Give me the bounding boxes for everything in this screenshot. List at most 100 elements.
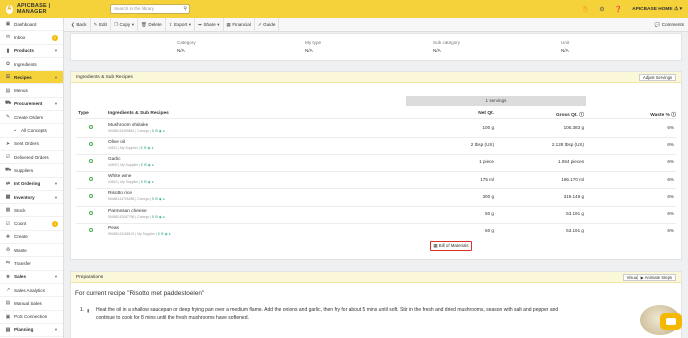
delivered-orders-icon: ☑ (5, 154, 11, 161)
bill-of-materials-button[interactable]: ▦ Bill of Materials (430, 241, 472, 251)
caret-down-icon: ▾ (217, 21, 220, 27)
sidebar-item-label: Products (14, 48, 34, 54)
allergen-tags-icon: $ ♻ ◉ ● (151, 197, 165, 202)
sidebar-item-planning[interactable]: ▤ Planning ▼ (0, 324, 63, 338)
sidebar-item-transfer[interactable]: ⇆ Transfer (0, 257, 63, 271)
row-divider (76, 222, 676, 224)
status-icon (89, 211, 93, 215)
allergen-tags-icon: $ ♻ ◉ ● (139, 180, 154, 185)
sidebar-item-ingredients[interactable]: ✿ Ingredients (0, 58, 63, 72)
sidebar-item-delivered-orders[interactable]: ☑ Delivered Orders (0, 151, 63, 165)
sidebar-item-int-ordering[interactable]: ⇄ Int Ordering ▼ (0, 178, 63, 191)
sidebar-item-inbox[interactable]: ✉ Inbox 2 (0, 31, 63, 45)
waste-percent: 6% (667, 159, 674, 165)
ingredient-meta-text: 44509 | My Supplier | (108, 162, 140, 167)
sidebar-item-label: Procurement (14, 101, 43, 107)
share-icon: ➦ (198, 21, 202, 27)
status-icon (89, 176, 93, 181)
step-drag-icon[interactable]: ▮ (87, 308, 89, 314)
edit-button[interactable]: ✎ Edit (91, 17, 111, 32)
ingredient-name[interactable]: Parmesan cheese (108, 209, 147, 214)
sidebar-item-label: Inventory (14, 194, 35, 200)
sidebar-item-inventory[interactable]: ▦ Inventory ▼ (0, 191, 63, 205)
ingredient-name[interactable]: Mushroom shiitake (108, 123, 148, 128)
sidebar-item-recipes[interactable]: ☰ Recipes ▼ (0, 71, 63, 85)
ingredients-panel-header: Ingredients & Sub Recipes Adjust Serving… (71, 72, 681, 83)
ingredient-meta-text: 44510 | My Supplier | (108, 180, 140, 185)
financial-button[interactable]: ▦ Financial (224, 17, 255, 32)
edit-label: Edit (98, 21, 107, 27)
search-icon[interactable]: ⚲ (183, 5, 187, 13)
sidebar-item-pos-connection[interactable]: ▣ PoS Connection (0, 311, 63, 324)
sidebar-item-sent-orders[interactable]: ➤ Sent Orders (0, 138, 63, 151)
trash-icon: 🗑 (141, 21, 147, 27)
guide-label: Guide (263, 21, 276, 27)
allergen-tags-icon: $ ♻ ◉ ● (139, 162, 154, 167)
search-input[interactable]: Search in the library ⚲ (110, 4, 190, 14)
net-quantity: 1 piece (479, 159, 494, 165)
step-text: Heat the oil in a shallow saucepan or de… (96, 307, 559, 321)
category-label: Category (177, 40, 196, 45)
logo[interactable]: A APICBASE | MANAGER (0, 3, 66, 15)
bom-icon: ▦ (433, 243, 438, 248)
mytype-field: My type N/A (305, 40, 321, 53)
sidebar-item-suppliers[interactable]: ⛟ Suppliers (0, 164, 63, 178)
stock-icon: ▩ (5, 207, 11, 214)
sidebar-item-procurement[interactable]: ⛟ Procurement ▼ (0, 98, 63, 112)
sidebar-item-stock[interactable]: ▩ Stock (0, 204, 63, 218)
ingredient-name[interactable]: White wine (108, 174, 131, 179)
guide-button[interactable]: ➚ Guide (255, 17, 280, 32)
animate-steps-button[interactable]: ▶ Animate Steps (636, 274, 676, 281)
help-icon[interactable]: ❓ (615, 6, 622, 13)
chat-button[interactable] (660, 313, 682, 330)
adjust-servings-button[interactable]: Adjust Servings (638, 74, 676, 81)
delete-button[interactable]: 🗑 Delete (138, 17, 166, 32)
sidebar-item-label: Ingredients (14, 61, 37, 67)
recipe-toolbar: ❮ Back ✎ Edit ❐ Copy ▾ 🗑 Delete ⇧ Export ▾ ➦ Sha… (64, 17, 688, 32)
share-button[interactable]: ➦ Share ▾ (195, 17, 224, 32)
sidebar-item-menus[interactable]: ▤ Menus (0, 84, 63, 98)
sidebar-item-all-concepts[interactable]: ▪ All Concepts (0, 124, 63, 138)
sidebar-item-sales-analytics[interactable]: ↗ Sales Analytics (0, 284, 63, 298)
ingredient-name[interactable]: Garlic (108, 157, 121, 162)
back-button[interactable]: ❮ Back (68, 17, 91, 32)
caret-down-icon: ▾ (188, 21, 192, 27)
ingredient-meta: 55488143168101 | My Supplier | $ ♻ ◉ ● (108, 232, 171, 236)
category-field: Category N/A (177, 40, 196, 53)
col-type-header: Type (78, 111, 89, 116)
gear-icon[interactable]: ⚙ (599, 6, 604, 13)
home-menu[interactable]: APICBASE HOME ⚠ ▾ (632, 7, 682, 12)
allergen-tags-icon: $ ♻ ◉ ● (151, 128, 165, 133)
comments-button[interactable]: 💬 Comments (655, 22, 684, 28)
back-label: Back (76, 21, 87, 27)
allergen-tags-icon: $ ♻ ◉ ● (151, 214, 165, 219)
caret-down-icon: ▾ (131, 21, 135, 27)
count-badge: 1 (52, 220, 58, 227)
sidebar-item-waste[interactable]: ♻ Waste (0, 244, 63, 258)
copy-icon: ❐ (113, 21, 118, 27)
sidebar-item-manual-sales[interactable]: ▤ Manual Sales (0, 297, 63, 311)
ingredient-name[interactable]: Peas (108, 226, 119, 231)
ingredient-name[interactable]: Olive oil (108, 140, 125, 145)
sidebar-item-dashboard[interactable]: ▣ Dashboard (0, 18, 63, 32)
back-arrow-icon: ❮ (71, 21, 75, 27)
sidebar-item-sales[interactable]: ★ Sales ▼ (0, 271, 63, 284)
edit-icon: ✎ (93, 21, 98, 27)
notification-icon[interactable]: ✋ (582, 6, 589, 13)
sidebar-item-label: Waste (14, 247, 27, 253)
net-quantity: 175 ml (480, 176, 494, 182)
servings-header: 1 servings (406, 96, 586, 106)
ingredient-meta: 55488143705285 | Comrgo | $ ♻ ◉ ● (108, 197, 165, 201)
sidebar-item-create[interactable]: ✚ Create (0, 231, 63, 245)
export-button[interactable]: ⇧ Export ▾ (166, 17, 196, 32)
sidebar-item-create-orders[interactable]: ✎ Create Orders (0, 111, 63, 125)
chevron-down-icon: ▼ (54, 181, 58, 187)
sidebar-item-count[interactable]: ☑ Count 1 (0, 217, 63, 231)
ingredient-name[interactable]: Risotto rice (108, 191, 132, 196)
gross-quantity: 186.170 ml (561, 176, 584, 182)
copy-button[interactable]: ❐ Copy ▾ (111, 17, 139, 32)
col-waste-header: Waste % ⓘ (642, 111, 676, 118)
planning-icon: ▤ (5, 326, 11, 333)
ingredient-meta: 44511 | My Supplier | $ ♻ ◉ ● (108, 146, 153, 150)
sidebar-item-products[interactable]: ▮ Products ▼ (0, 45, 63, 58)
